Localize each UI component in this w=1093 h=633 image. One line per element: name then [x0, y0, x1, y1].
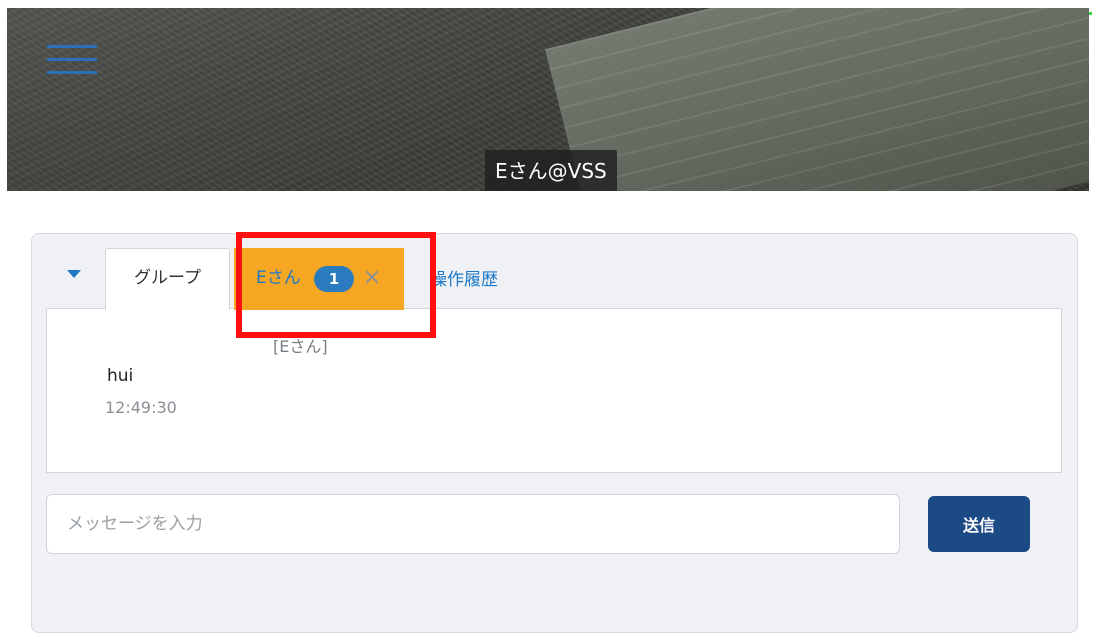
triangle-down-icon[interactable]	[66, 268, 82, 280]
send-button[interactable]: 送信	[928, 496, 1030, 552]
message-input[interactable]	[46, 494, 900, 554]
message-sender: [Eさん]	[273, 337, 328, 356]
hamburger-menu-icon[interactable]	[47, 45, 97, 75]
tab-group[interactable]: グループ	[105, 248, 230, 310]
tab-group-label: グループ	[134, 268, 201, 288]
status-indicator	[1089, 12, 1092, 15]
tab-private-chat[interactable]: Eさん 1 ×	[234, 248, 404, 310]
message-timestamp: 12:49:30	[105, 398, 177, 417]
tab-operation-history[interactable]: 操作履歴	[430, 266, 498, 294]
unread-count-badge: 1	[314, 266, 354, 292]
video-paper-region	[545, 8, 1089, 191]
video-feed: Eさん@VSS	[7, 8, 1089, 191]
message-text: hui	[107, 366, 134, 386]
participant-name-label: Eさん@VSS	[485, 150, 617, 191]
message-list: [Eさん] hui 12:49:30	[46, 308, 1062, 473]
tab-history-label: 操作履歴	[430, 270, 498, 290]
close-icon[interactable]: ×	[362, 265, 382, 291]
video-wall-region	[7, 8, 437, 191]
tab-private-label: Eさん	[256, 268, 301, 288]
